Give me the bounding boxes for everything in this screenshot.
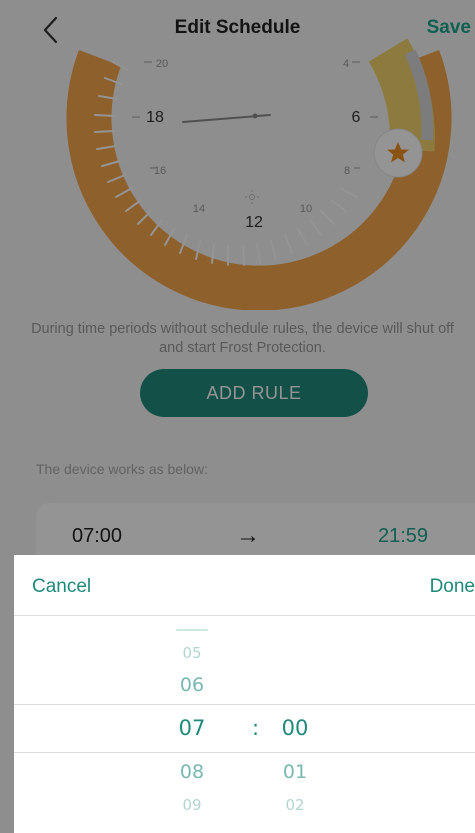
- hour-option-selected[interactable]: 07: [162, 716, 222, 740]
- picker-header: Cancel Done: [14, 555, 475, 616]
- minute-option[interactable]: 01: [265, 761, 325, 783]
- cancel-button[interactable]: Cancel: [32, 576, 91, 598]
- done-button[interactable]: Done: [430, 576, 475, 598]
- hour-option[interactable]: 08: [162, 761, 222, 783]
- picker-selection-band: [14, 704, 475, 753]
- hour-option[interactable]: 06: [162, 674, 222, 696]
- picker-fade-line: [176, 629, 208, 631]
- screen: Edit Schedule Save 18 6 12 20 4 16 8 14 …: [0, 0, 475, 833]
- hour-option[interactable]: 09: [162, 796, 222, 814]
- minute-option[interactable]: 02: [265, 796, 325, 814]
- time-separator: :: [252, 716, 260, 740]
- minute-option-selected[interactable]: 00: [265, 716, 325, 740]
- time-picker-sheet: Cancel Done 05 06 07 08 09 : 00 01 02: [14, 555, 475, 833]
- hour-option[interactable]: 05: [162, 644, 222, 662]
